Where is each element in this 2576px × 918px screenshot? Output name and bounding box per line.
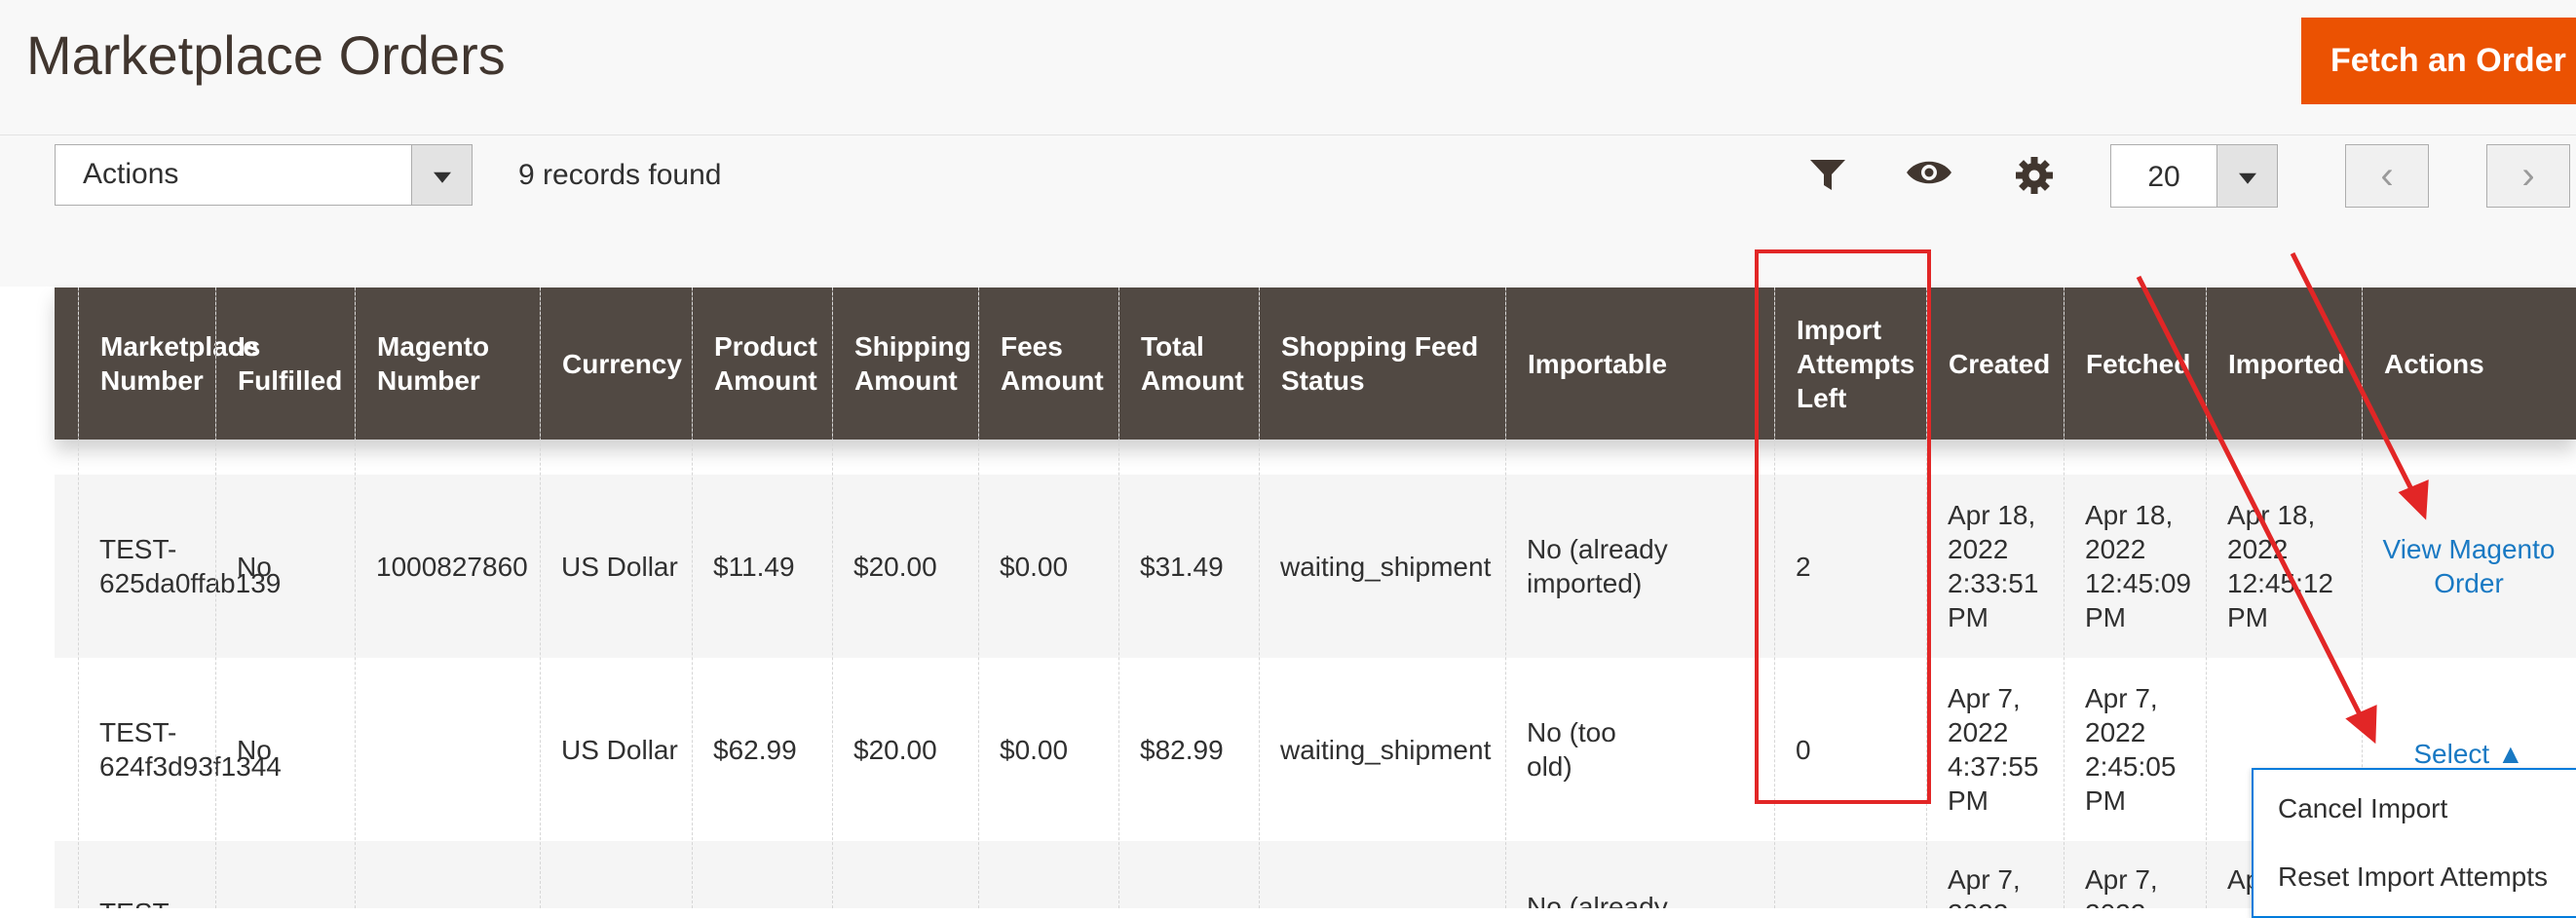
prev-page-button[interactable]: ‹: [2345, 144, 2429, 208]
cell-magento-number: [355, 658, 540, 841]
eye-icon[interactable]: [1905, 156, 1953, 189]
cell-importable: No (already: [1527, 892, 1668, 908]
cell-fees-amount: $0.00: [1000, 551, 1069, 582]
col-fees-amount[interactable]: Fees Amount: [978, 287, 1118, 440]
col-fetched[interactable]: Fetched: [2064, 287, 2206, 440]
cell-product-amount: $62.99: [713, 734, 797, 765]
column-divider: [1505, 287, 1506, 908]
col-product-amount[interactable]: Product Amount: [692, 287, 832, 440]
col-total-amount[interactable]: Total Amount: [1118, 287, 1259, 440]
cell-product-amount: $11.49: [713, 551, 795, 582]
cell-is-fulfilled: No: [237, 551, 272, 582]
chevron-down-icon[interactable]: [2216, 145, 2277, 207]
mass-actions-label: Actions: [83, 158, 179, 190]
table-header: Marketplace Number Is Fulfilled Magento …: [55, 287, 2576, 440]
cell-import-attempts-left: 0: [1796, 734, 1811, 765]
view-magento-order-link[interactable]: View Magento Order: [2362, 475, 2576, 658]
col-imported[interactable]: Imported: [2206, 287, 2362, 440]
col-import-attempts-left[interactable]: Import Attempts Left: [1774, 287, 1926, 440]
cell-shipping-amount: $20.00: [853, 734, 937, 765]
cell-fees-amount: $0.00: [1000, 734, 1069, 765]
cell-fetched: Apr 7, 2022 2:45:05 PM: [2085, 683, 2177, 816]
next-page-button[interactable]: ›: [2486, 144, 2570, 208]
cell-marketplace-number: TEST-624f3d93f1344: [99, 717, 282, 782]
fetch-order-button[interactable]: Fetch an Order: [2301, 18, 2576, 104]
cell-marketplace-number: TEST-: [78, 896, 215, 908]
column-divider: [2206, 287, 2207, 908]
cell-imported: Apr 18, 2022 12:45:12 PM: [2227, 500, 2333, 632]
cell-created: Apr 7, 2022: [1948, 864, 2021, 908]
column-divider: [1774, 287, 1775, 908]
column-divider: [978, 287, 979, 908]
cell-total-amount: $31.49: [1140, 551, 1224, 582]
column-divider: [2064, 287, 2065, 908]
cell-is-fulfilled: No: [237, 734, 272, 765]
table-row: TEST-625da0ffab139 No 1000827860 US Doll…: [55, 475, 2576, 658]
cell-magento-number: 1000827860: [376, 551, 528, 582]
column-divider: [1259, 287, 1260, 908]
cell-shipping-amount: $20.00: [853, 551, 937, 582]
table-row: TEST-624f3d93f1344 No US Dollar $62.99 $…: [55, 658, 2576, 841]
chevron-down-icon[interactable]: [411, 145, 472, 205]
gear-icon[interactable]: [2015, 156, 2054, 195]
page-title: Marketplace Orders: [26, 24, 506, 86]
per-page-value: 20: [2147, 161, 2180, 193]
reset-import-attempts-menu-item[interactable]: Reset Import Attempts: [2278, 861, 2548, 893]
column-divider: [540, 287, 541, 908]
column-divider: [1926, 287, 1927, 908]
cell-feed-status: waiting_shipment: [1280, 551, 1492, 582]
col-actions: Actions: [2362, 287, 2576, 440]
column-divider: [78, 287, 79, 908]
column-divider: [215, 287, 216, 908]
cancel-import-menu-item[interactable]: Cancel Import: [2278, 793, 2447, 824]
column-divider: [355, 287, 356, 908]
col-created[interactable]: Created: [1926, 287, 2064, 440]
cell-total-amount: $82.99: [1140, 734, 1224, 765]
mass-actions-select[interactable]: Actions: [55, 144, 473, 206]
action-dropdown-menu: Cancel Import Reset Import Attempts: [2252, 768, 2576, 918]
cell-marketplace-number: TEST-625da0ffab139: [99, 534, 282, 598]
col-is-fulfilled[interactable]: Is Fulfilled: [215, 287, 355, 440]
cell-currency: US Dollar: [561, 734, 678, 765]
col-magento-number[interactable]: Magento Number: [355, 287, 540, 440]
records-count: 9 records found: [518, 159, 722, 191]
filter-icon[interactable]: [1809, 158, 1846, 193]
col-marketplace-number[interactable]: Marketplace Number: [78, 287, 258, 440]
cell-fetched: Apr 18, 2022 12:45:09 PM: [2085, 500, 2191, 632]
table-row: TEST- No (already Apr 7, 2022 Apr 7, 202…: [55, 841, 2576, 908]
column-divider: [692, 287, 693, 908]
cell-feed-status: waiting_shipment: [1280, 734, 1492, 765]
cell-importable: No (too old): [1527, 717, 1616, 782]
cell-created: Apr 7, 2022 4:37:55 PM: [1948, 683, 2039, 816]
column-divider: [832, 287, 833, 908]
col-currency[interactable]: Currency: [540, 287, 692, 440]
col-importable[interactable]: Importable: [1505, 287, 1669, 440]
cell-importable: No (already imported): [1527, 534, 1668, 598]
col-shipping-amount[interactable]: Shipping Amount: [832, 287, 978, 440]
cell-created: Apr 18, 2022 2:33:51 PM: [1948, 500, 2039, 632]
column-divider: [1118, 287, 1119, 908]
cell-fetched: Apr 7, 2022: [2085, 864, 2158, 908]
per-page-select[interactable]: 20: [2110, 144, 2278, 208]
cell-currency: US Dollar: [561, 551, 678, 582]
page-header: Marketplace Orders: [0, 0, 2576, 135]
col-feed-status[interactable]: Shopping Feed Status: [1259, 287, 1505, 440]
cell-import-attempts-left: 2: [1796, 551, 1811, 582]
